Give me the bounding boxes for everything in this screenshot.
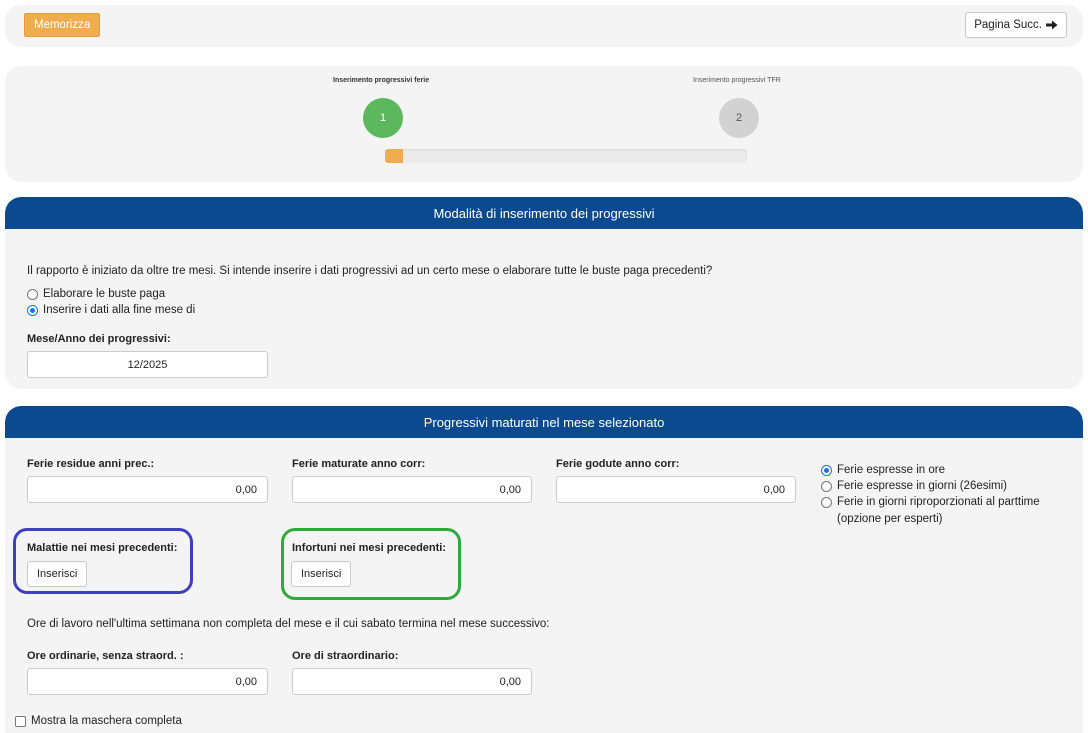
step-2-label: Inserimento progressivi TFR: [693, 77, 781, 84]
malattie-label: Malattie nei mesi precedenti:: [27, 542, 178, 554]
infortuni-insert-button[interactable]: Inserisci: [291, 561, 352, 587]
toolbar: Memorizza Pagina Succ.: [5, 5, 1083, 47]
ferie-maturate-label: Ferie maturate anno corr:: [292, 458, 426, 470]
ferie-godute-label: Ferie godute anno corr:: [556, 458, 680, 470]
show-full-mask-checkbox[interactable]: Mostra la maschera completa: [15, 715, 182, 727]
ore-ordinarie-input[interactable]: 0,00: [27, 668, 268, 695]
radio-icon[interactable]: [27, 288, 38, 300]
wizard-progress-bar: [385, 149, 747, 163]
ore-straordinario-input[interactable]: 0,00: [292, 668, 532, 695]
radio-icon[interactable]: [821, 480, 832, 492]
wizard-stepper: Inserimento progressivi ferie 1 Inserime…: [5, 66, 1083, 182]
radio-checked-icon[interactable]: [821, 464, 832, 476]
month-year-input[interactable]: 12/2025: [27, 351, 268, 378]
month-year-label: Mese/Anno dei progressivi:: [27, 333, 171, 345]
infortuni-label: Infortuni nei mesi precedenti:: [292, 542, 447, 554]
checkbox-label: Mostra la maschera completa: [31, 715, 182, 727]
radio-label: Ferie in giorni riproporzionati al partt…: [837, 496, 1040, 508]
insertion-mode-panel: Modalità di inserimento dei progressivi …: [5, 197, 1083, 389]
radio-icon[interactable]: [821, 496, 832, 508]
arrow-right-icon: [1046, 20, 1058, 30]
radio-ferie-ore[interactable]: Ferie espresse in ore: [821, 464, 945, 476]
radio-checked-icon[interactable]: [27, 304, 38, 316]
save-button[interactable]: Memorizza: [24, 13, 101, 37]
radio-label: Ferie espresse in giorni (26esimi): [837, 480, 1008, 492]
accrued-panel: Progressivi maturati nel mese selezionat…: [5, 406, 1083, 733]
ferie-godute-input[interactable]: 0,00: [556, 476, 796, 503]
radio-ferie-parttime[interactable]: Ferie in giorni riproporzionati al partt…: [821, 496, 1040, 508]
step-1-label: Inserimento progressivi ferie: [333, 77, 430, 84]
ferie-residue-input[interactable]: 0,00: [27, 476, 268, 503]
radio-ferie-giorni[interactable]: Ferie espresse in giorni (26esimi): [821, 480, 1007, 492]
checkbox-icon[interactable]: [15, 715, 26, 727]
radio-label: Ferie espresse in ore: [837, 464, 946, 476]
step-2-circle[interactable]: 2: [719, 98, 759, 138]
radio-label: Elaborare le buste paga: [43, 288, 166, 300]
insertion-mode-header: Modalità di inserimento dei progressivi: [5, 197, 1083, 229]
accrued-header: Progressivi maturati nel mese selezionat…: [5, 406, 1083, 438]
ferie-residue-label: Ferie residue anni prec.:: [27, 458, 155, 470]
step-1-circle[interactable]: 1: [363, 98, 403, 138]
ore-note: Ore di lavoro nell'ultima settimana non …: [27, 618, 550, 630]
wizard-progress-fill: [385, 149, 404, 163]
radio-elaborate-payslips[interactable]: Elaborare le buste paga: [27, 288, 165, 300]
ferie-maturate-input[interactable]: 0,00: [292, 476, 532, 503]
insertion-mode-question: Il rapporto è iniziato da oltre tre mesi…: [27, 265, 713, 277]
ore-straordinario-label: Ore di straordinario:: [292, 650, 399, 662]
malattie-insert-button[interactable]: Inserisci: [27, 561, 88, 587]
radio-label: Inserire i dati alla fine mese di: [43, 304, 196, 316]
radio-parttime-note: (opzione per esperti): [837, 513, 943, 525]
radio-insert-end-month[interactable]: Inserire i dati alla fine mese di: [27, 304, 195, 316]
ore-ordinarie-label: Ore ordinarie, senza straord. :: [27, 650, 184, 662]
next-page-button[interactable]: Pagina Succ.: [965, 12, 1067, 38]
next-page-label: Pagina Succ.: [974, 19, 1042, 31]
